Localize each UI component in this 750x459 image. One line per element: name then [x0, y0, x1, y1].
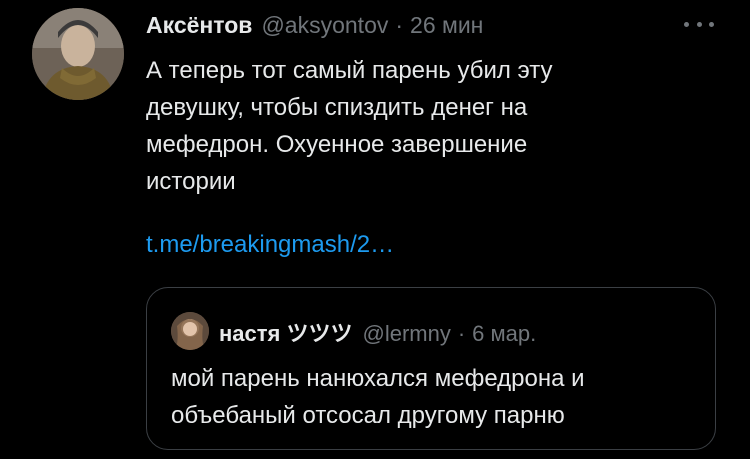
- more-dot: [709, 21, 714, 27]
- author-name[interactable]: Аксёнтов: [146, 12, 252, 39]
- tweet-text-line: мефедрон. Охуенное завершение: [146, 131, 528, 158]
- more-dot: [696, 21, 702, 27]
- quoted-author-handle: @lermny: [362, 321, 451, 346]
- tweet-text-line: девушку, чтобы спиздить денег на: [146, 94, 528, 121]
- tweet-timestamp[interactable]: 26 мин: [410, 12, 483, 39]
- author-avatar[interactable]: [32, 8, 124, 100]
- more-horizontal-icon[interactable]: [684, 14, 714, 34]
- author-handle[interactable]: @aksyontov: [261, 12, 388, 39]
- tweet-body: А теперь тот самый парень убил эту девуш…: [146, 52, 706, 200]
- tweet-header: Аксёнтов @aksyontov · 26 мин: [146, 12, 483, 42]
- quoted-tweet-header: настя ツツツ @lermny · 6 мар.: [219, 316, 536, 348]
- header-separator: ·: [395, 12, 404, 38]
- quoted-author-name: настя ツツツ: [219, 321, 353, 346]
- quoted-tweet[interactable]: настя ツツツ @lermny · 6 мар. мой парень на…: [146, 287, 716, 450]
- tweet-text-line: истории: [146, 168, 236, 195]
- quoted-header-separator: ·: [457, 321, 466, 346]
- more-dot: [684, 21, 689, 27]
- quoted-text-line: мой парень нанюхался мефедрона и: [171, 365, 585, 392]
- quoted-author-avatar[interactable]: [171, 312, 209, 350]
- tweet-link[interactable]: t.me/breakingmash/2…: [146, 226, 394, 263]
- quoted-tweet-timestamp: 6 мар.: [472, 321, 537, 346]
- quoted-text-line: объебаный отсосал другому парню: [171, 402, 565, 429]
- quoted-tweet-body: мой парень нанюхался мефедрона и объебан…: [171, 360, 701, 434]
- tweet-text-line: А теперь тот самый парень убил эту: [146, 57, 553, 84]
